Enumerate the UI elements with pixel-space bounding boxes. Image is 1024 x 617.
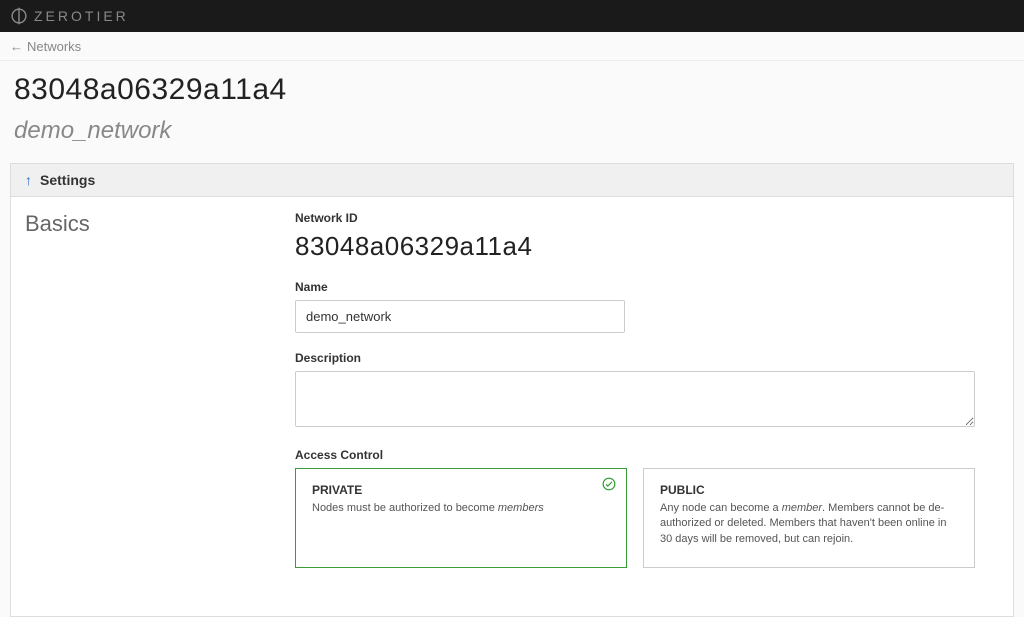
page-title-network-name: demo_network <box>14 117 1010 145</box>
settings-panel-body: Basics Network ID 83048a06329a11a4 Name … <box>11 197 1013 616</box>
breadcrumb-back-link[interactable]: ← Networks <box>10 39 81 54</box>
access-private-desc: Nodes must be authorized to become membe… <box>312 501 610 516</box>
network-id-label: Network ID <box>295 211 999 225</box>
access-public-title: PUBLIC <box>660 483 958 497</box>
description-input[interactable] <box>295 371 975 427</box>
access-private-title: PRIVATE <box>312 483 610 497</box>
field-access-control: Access Control PRIVATE Nodes must be aut… <box>295 448 999 568</box>
field-description: Description <box>295 351 999 430</box>
page-header: 83048a06329a11a4 demo_network <box>0 61 1024 163</box>
name-input[interactable] <box>295 300 625 333</box>
collapse-arrow-icon: ↑ <box>25 172 32 188</box>
brand-name: ZEROTIER <box>34 8 129 24</box>
access-public-desc: Any node can become a member. Members ca… <box>660 501 958 547</box>
settings-panel-heading[interactable]: ↑ Settings <box>11 164 1013 197</box>
access-control-options: PRIVATE Nodes must be authorized to beco… <box>295 468 975 568</box>
settings-heading-text: Settings <box>40 172 95 188</box>
access-option-public[interactable]: PUBLIC Any node can become a member. Mem… <box>643 468 975 568</box>
brand-logo[interactable]: ZEROTIER <box>10 7 129 25</box>
topbar: ZEROTIER <box>0 0 1024 32</box>
network-id-value: 83048a06329a11a4 <box>295 231 999 262</box>
zerotier-logo-icon <box>10 7 28 25</box>
arrow-left-icon: ← <box>10 39 23 54</box>
settings-panel: ↑ Settings Basics Network ID 83048a06329… <box>10 163 1014 617</box>
access-option-private[interactable]: PRIVATE Nodes must be authorized to beco… <box>295 468 627 568</box>
access-control-label: Access Control <box>295 448 999 462</box>
description-label: Description <box>295 351 999 365</box>
name-label: Name <box>295 280 999 294</box>
settings-left-col: Basics <box>25 211 295 586</box>
section-basics-title: Basics <box>25 211 295 237</box>
breadcrumb-label: Networks <box>27 39 81 54</box>
field-network-id: Network ID 83048a06329a11a4 <box>295 211 999 262</box>
page-title-network-id: 83048a06329a11a4 <box>14 73 1010 107</box>
breadcrumb: ← Networks <box>0 32 1024 61</box>
field-name: Name <box>295 280 999 333</box>
settings-right-col: Network ID 83048a06329a11a4 Name Descrip… <box>295 211 999 586</box>
check-circle-icon <box>602 477 616 494</box>
